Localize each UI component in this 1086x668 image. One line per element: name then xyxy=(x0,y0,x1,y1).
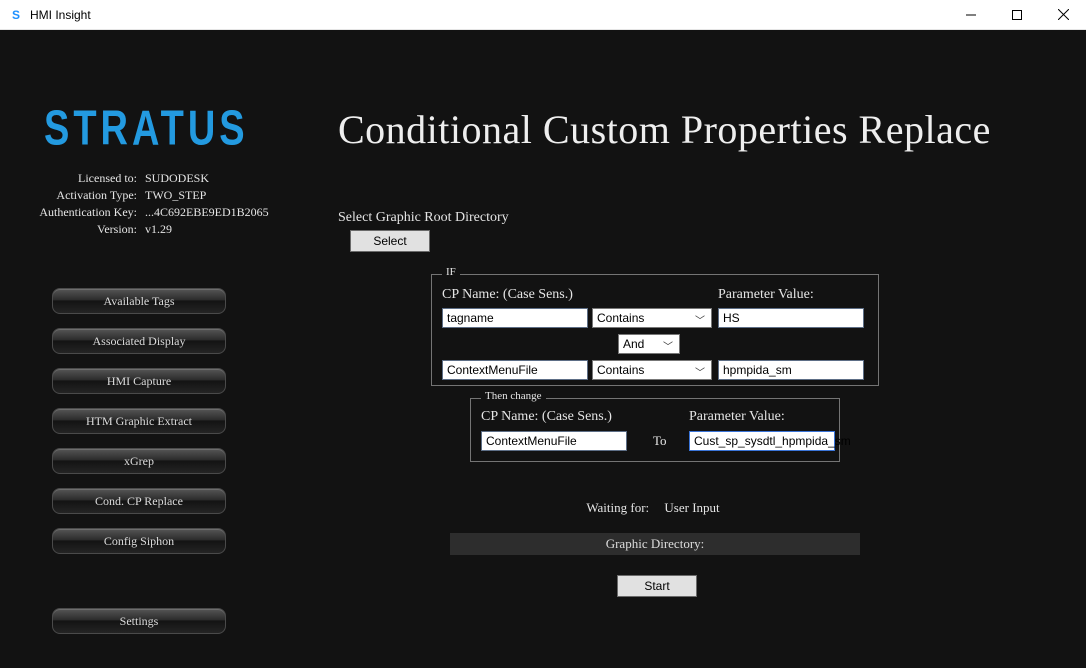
nav-available-tags[interactable]: Available Tags xyxy=(52,288,226,314)
sidebar-nav: Available Tags Associated Display HMI Ca… xyxy=(52,288,226,648)
nav-cond-cp-replace[interactable]: Cond. CP Replace xyxy=(52,488,226,514)
if-param-header: Parameter Value: xyxy=(718,287,814,303)
license-info: Licensed to: SUDODESK Activation Type: T… xyxy=(30,170,300,238)
nav-hmi-capture[interactable]: HMI Capture xyxy=(52,368,226,394)
licensed-to-label: Licensed to: xyxy=(30,170,145,187)
if-group: IF CP Name: (Case Sens.) Parameter Value… xyxy=(431,274,879,386)
status-label: Waiting for: xyxy=(586,500,649,515)
nav-xgrep[interactable]: xGrep xyxy=(52,448,226,474)
status-line: Waiting for: User Input xyxy=(338,500,968,516)
then-cpname-input[interactable]: ContextMenuFile xyxy=(481,431,627,451)
minimize-button[interactable] xyxy=(948,0,994,30)
close-button[interactable] xyxy=(1040,0,1086,30)
then-param-header: Parameter Value: xyxy=(689,409,785,425)
then-legend: Then change xyxy=(481,390,546,402)
activation-type-label: Activation Type: xyxy=(30,187,145,204)
if-row2-cpname-input[interactable]: ContextMenuFile xyxy=(442,360,588,380)
auth-key-value: ...4C692EBE9ED1B2065 xyxy=(145,204,300,221)
nav-settings[interactable]: Settings xyxy=(52,608,226,634)
if-row1-cpname-input[interactable]: tagname xyxy=(442,308,588,328)
select-root-label: Select Graphic Root Directory xyxy=(338,210,509,226)
if-row2-operator-value: Contains xyxy=(597,363,644,377)
if-row1-operator-value: Contains xyxy=(597,311,644,325)
titlebar: S HMI Insight xyxy=(0,0,1086,30)
then-cpname-header: CP Name: (Case Sens.) xyxy=(481,409,612,425)
then-to-label: To xyxy=(653,433,667,449)
brand-logo: STRATUS xyxy=(44,102,249,158)
if-row2-operator-select[interactable]: Contains ﹀ xyxy=(592,360,712,380)
if-legend: IF xyxy=(442,266,460,278)
version-label: Version: xyxy=(30,221,145,238)
then-value-input[interactable]: Cust_sp_sysdtl_hpmpida_sm xyxy=(689,431,835,451)
page-title: Conditional Custom Properties Replace xyxy=(338,106,991,153)
licensed-to-value: SUDODESK xyxy=(145,170,300,187)
if-row1-value-input[interactable]: HS xyxy=(718,308,864,328)
maximize-button[interactable] xyxy=(994,0,1040,30)
auth-key-label: Authentication Key: xyxy=(30,204,145,221)
chevron-down-icon: ﹀ xyxy=(695,364,705,379)
if-row1-operator-select[interactable]: Contains ﹀ xyxy=(592,308,712,328)
app-icon: S xyxy=(8,7,24,23)
chevron-down-icon: ﹀ xyxy=(695,312,705,327)
activation-type-value: TWO_STEP xyxy=(145,187,300,204)
start-button[interactable]: Start xyxy=(617,575,697,597)
client-area: STRATUS Licensed to: SUDODESK Activation… xyxy=(0,30,1086,668)
if-logic-operator-value: And xyxy=(623,337,644,351)
version-value: v1.29 xyxy=(145,221,300,238)
then-group: Then change CP Name: (Case Sens.) Parame… xyxy=(470,398,840,462)
if-cpname-header: CP Name: (Case Sens.) xyxy=(442,287,573,303)
nav-htm-graphic-extract[interactable]: HTM Graphic Extract xyxy=(52,408,226,434)
status-value: User Input xyxy=(664,500,719,515)
select-directory-button[interactable]: Select xyxy=(350,230,430,252)
chevron-down-icon: ﹀ xyxy=(663,338,673,353)
graphic-directory-bar: Graphic Directory: xyxy=(450,533,860,555)
nav-config-siphon[interactable]: Config Siphon xyxy=(52,528,226,554)
nav-associated-display[interactable]: Associated Display xyxy=(52,328,226,354)
if-logic-operator-select[interactable]: And ﹀ xyxy=(618,334,680,354)
window-title: HMI Insight xyxy=(30,8,91,22)
if-row2-value-input[interactable]: hpmpida_sm xyxy=(718,360,864,380)
